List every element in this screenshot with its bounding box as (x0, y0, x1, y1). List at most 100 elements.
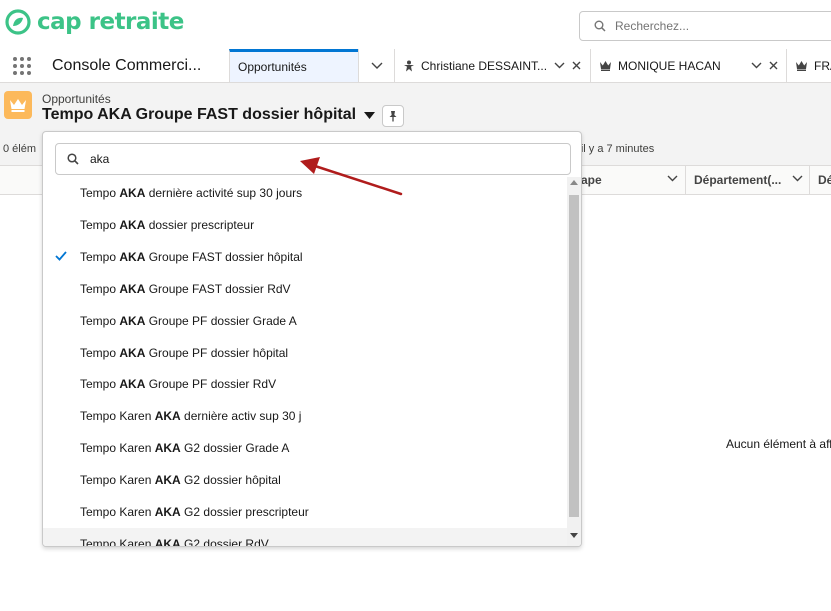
tab-opportunites[interactable]: Opportunités (229, 49, 358, 82)
tab-label: MONIQUE HACAN (618, 58, 721, 73)
tab-label: Opportunités (238, 60, 307, 74)
option-text-suffix: G2 dossier hôpital (180, 473, 281, 488)
list-view-options: Tempo AKA dernière activité sup 30 jours… (43, 177, 567, 547)
option-text-prefix: Tempo (80, 281, 120, 296)
option-text-prefix: Tempo (80, 313, 120, 328)
scrollbar-thumb[interactable] (569, 195, 579, 517)
search-placeholder: Recherchez... (615, 19, 690, 33)
list-view-header: Opportunités Tempo AKA Groupe FAST dossi… (0, 84, 831, 136)
app-launcher-button[interactable] (0, 49, 44, 82)
close-icon[interactable] (572, 61, 581, 70)
option-text-suffix: dernière activité sup 30 jours (145, 186, 303, 200)
option-match-highlight: AKA (119, 345, 146, 360)
global-header: cap retraite Recherchez... (0, 0, 831, 49)
dropdown-scrollbar[interactable] (567, 177, 581, 546)
option-match-highlight: AKA (119, 249, 146, 264)
option-text-prefix: Tempo (80, 217, 120, 232)
column-header-departement[interactable]: Département(... (685, 166, 809, 194)
option-match-highlight: AKA (119, 313, 146, 328)
pin-list-view-button[interactable] (382, 105, 404, 127)
list-view-option[interactable]: Tempo AKA Groupe PF dossier RdV (43, 368, 567, 400)
option-text-suffix: G2 dossier RdV (180, 536, 269, 547)
close-icon[interactable] (769, 61, 778, 70)
tab-opportunites-menu-button[interactable] (358, 49, 394, 82)
list-view-option[interactable]: Tempo AKA Groupe PF dossier Grade A (43, 305, 567, 337)
option-match-highlight: AKA (154, 505, 181, 519)
console-nav-bar: Console Commerci... Opportunités Christi… (0, 49, 831, 83)
chevron-down-icon[interactable] (751, 62, 762, 69)
app-name: Console Commerci... (52, 56, 202, 74)
option-text-prefix: Tempo Karen (80, 505, 155, 519)
option-text-prefix: Tempo (80, 377, 120, 392)
option-text-prefix: Tempo (80, 345, 120, 360)
tab-fra[interactable]: FRA (786, 49, 831, 82)
logo-mark-icon (5, 9, 31, 35)
scroll-down-icon[interactable] (570, 533, 578, 539)
option-text-suffix: Groupe PF dossier RdV (145, 377, 277, 392)
option-match-highlight: AKA (119, 217, 146, 232)
option-text-suffix: dossier prescripteur (145, 217, 255, 232)
opportunity-object-icon (4, 91, 32, 119)
option-text-suffix: Groupe PF dossier hôpital (145, 345, 289, 360)
option-text-prefix: Tempo Karen (80, 536, 155, 547)
option-text-prefix: Tempo Karen (80, 473, 155, 488)
list-view-option[interactable]: Tempo Karen AKA dernière activ sup 30 j (43, 400, 567, 432)
crown-icon (10, 99, 26, 112)
list-view-option[interactable]: Tempo AKA dossier prescripteur (43, 209, 567, 241)
list-view-picker-dropdown: aka Tempo AKA dernière activité sup 30 j… (42, 131, 582, 547)
option-text-suffix: Groupe FAST dossier hôpital (145, 249, 303, 264)
option-match-highlight: AKA (154, 473, 181, 488)
tab-label: Christiane DESSAINT... (421, 58, 546, 73)
chevron-down-icon[interactable] (554, 62, 565, 69)
option-match-highlight: AKA (154, 536, 181, 547)
empty-state-message: Aucun élément à affi (726, 437, 831, 451)
option-text-suffix: dernière activ sup 30 j (180, 409, 302, 424)
list-view-option[interactable]: Tempo AKA Groupe FAST dossier hôpital (43, 241, 567, 273)
search-icon (594, 20, 606, 32)
search-icon (67, 153, 79, 165)
chevron-down-icon (371, 62, 382, 69)
tab-christiane-dessaint[interactable]: Christiane DESSAINT... (394, 49, 590, 82)
option-text-prefix: Tempo (80, 186, 120, 200)
list-view-option[interactable]: Tempo Karen AKA G2 dossier hôpital (43, 464, 567, 496)
chevron-down-icon (667, 175, 678, 182)
list-view-option[interactable]: Tempo AKA dernière activité sup 30 jours (43, 177, 567, 209)
list-view-option[interactable]: Tempo AKA Groupe PF dossier hôpital (43, 337, 567, 369)
option-text-suffix: G2 dossier prescripteur (180, 505, 309, 519)
cap-retraite-logo[interactable]: cap retraite (5, 9, 184, 35)
crown-icon (795, 60, 808, 71)
list-view-option[interactable]: Tempo Karen AKA G2 dossier Grade A (43, 432, 567, 464)
chevron-down-icon (792, 175, 803, 182)
crown-icon (599, 60, 612, 71)
pin-icon (389, 111, 397, 122)
list-view-selector[interactable]: Tempo AKA Groupe FAST dossier hôpital (42, 106, 376, 124)
global-search-input[interactable]: Recherchez... (579, 11, 831, 41)
option-match-highlight: AKA (119, 186, 146, 200)
option-text-prefix: Tempo Karen (80, 441, 155, 456)
item-count: 0 élém (3, 143, 37, 155)
check-icon (55, 251, 67, 261)
option-match-highlight: AKA (119, 281, 146, 296)
list-view-option[interactable]: Tempo Karen AKA G2 dossier RdV (43, 527, 567, 547)
column-header-de[interactable]: Dé (809, 166, 831, 194)
option-text-suffix: Groupe PF dossier Grade A (145, 313, 297, 328)
search-value: aka (90, 152, 110, 166)
list-view-title: Tempo AKA Groupe FAST dossier hôpital (42, 106, 357, 123)
option-match-highlight: AKA (119, 377, 146, 392)
option-text-suffix: Groupe FAST dossier RdV (145, 281, 291, 296)
tab-label: FRA (814, 58, 831, 73)
list-view-option[interactable]: Tempo Karen AKA G2 dossier prescripteur (43, 496, 567, 528)
object-label: Opportunités (42, 92, 111, 106)
tab-monique-hacan[interactable]: MONIQUE HACAN (590, 49, 786, 82)
option-text-suffix: G2 dossier Grade A (180, 441, 290, 456)
waffle-icon (13, 56, 31, 75)
option-text-prefix: Tempo Karen (80, 409, 155, 424)
column-header-etape[interactable]: ape (572, 166, 684, 194)
list-view-search-input[interactable]: aka (55, 143, 571, 175)
scroll-up-icon[interactable] (570, 179, 578, 185)
list-view-option[interactable]: Tempo AKA Groupe FAST dossier RdV (43, 273, 567, 305)
caret-down-icon (364, 111, 376, 119)
option-match-highlight: AKA (154, 409, 181, 424)
option-text-prefix: Tempo (80, 249, 120, 264)
option-match-highlight: AKA (154, 441, 181, 456)
